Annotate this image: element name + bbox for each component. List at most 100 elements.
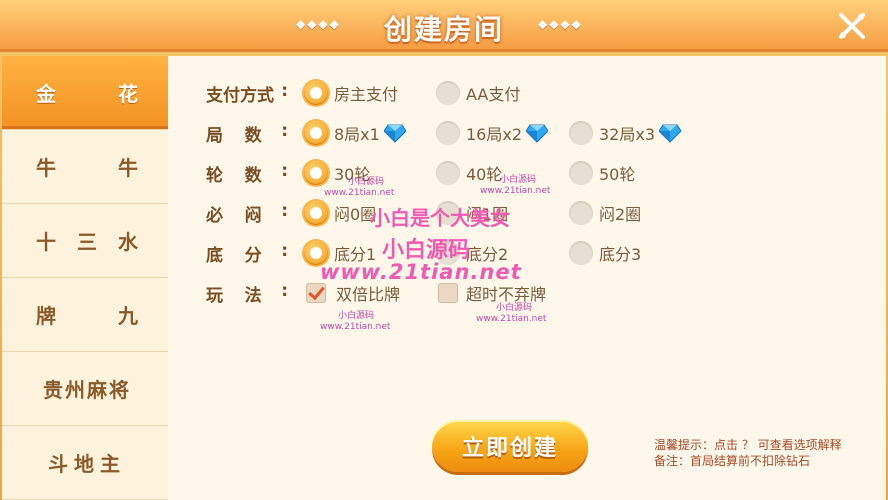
option-32-rounds[interactable]: 32局x3	[569, 118, 682, 148]
option-owner-pay[interactable]: 房主支付	[304, 78, 398, 108]
create-room-button[interactable]: 立即创建	[432, 420, 588, 472]
option-label: 超时不弃牌	[466, 285, 547, 304]
sidebar-item-paijiu[interactable]: 牌 九	[2, 278, 168, 352]
blind-row: 必 闷: 闷0圈 闷1圈 闷2圈	[168, 198, 886, 228]
watermark-small: www.21tian.net	[476, 314, 547, 324]
radio-unselected[interactable]	[436, 201, 460, 225]
row-label-text: 轮	[206, 166, 223, 186]
option-blind-1[interactable]: 闷1圈	[436, 198, 508, 228]
option-label: 32局x3	[599, 125, 656, 144]
option-label: 40轮	[466, 165, 503, 184]
option-16-rounds[interactable]: 16局x2	[436, 118, 549, 148]
option-label: 8局x1	[334, 125, 380, 144]
row-label: 玩 法:	[206, 281, 288, 306]
option-label: 闷2圈	[599, 205, 642, 224]
radio-unselected[interactable]	[569, 201, 593, 225]
option-label: 底分2	[466, 245, 509, 264]
row-label-text: 数	[244, 126, 262, 146]
option-label: 房主支付	[334, 85, 399, 104]
option-blind-2[interactable]: 闷2圈	[569, 198, 641, 228]
radio-unselected[interactable]	[569, 241, 593, 265]
radio-unselected[interactable]	[569, 121, 593, 145]
sidebar-item-label: 三	[77, 230, 97, 254]
row-label: 局 数:	[206, 121, 288, 146]
row-label-colon: :	[281, 121, 288, 141]
option-label: 闷0圈	[334, 205, 377, 224]
turns-row: 轮 数: 30轮 40轮 50轮	[168, 158, 886, 188]
option-label: 底分3	[599, 245, 642, 264]
watermark-small: 小白源码	[338, 311, 375, 321]
option-timeout-no-fold[interactable]: 超时不弃牌	[438, 278, 546, 308]
diamond-icon	[659, 124, 682, 143]
row-label-text: 数	[244, 166, 262, 186]
base-score-row: 底 分: 底分1 底分2 底分3	[168, 238, 886, 268]
sidebar-item-label: 斗地主	[48, 452, 126, 476]
radio-unselected[interactable]	[569, 161, 593, 185]
sidebar-item-label: 水	[118, 230, 138, 254]
radio-unselected[interactable]	[436, 81, 460, 105]
row-label: 底 分:	[206, 241, 288, 266]
options-panel: 支付方式: 房主支付 AA支付 局 数: 8局x1 16局x2 32局x3 轮 …	[168, 56, 886, 500]
radio-selected[interactable]	[304, 201, 328, 225]
option-label: 30轮	[334, 165, 371, 184]
diamond-icon	[526, 124, 549, 143]
option-base-1[interactable]: 底分1	[304, 238, 376, 268]
row-label: 必 闷:	[206, 201, 288, 226]
game-type-sidebar: 金 花 牛 牛 十 三 水 牌 九 贵州麻将 斗地主	[2, 56, 168, 500]
option-label: 50轮	[599, 165, 636, 184]
title-decoration-left: ◆◆◆◆	[296, 17, 341, 31]
option-base-3[interactable]: 底分3	[569, 238, 641, 268]
radio-unselected[interactable]	[436, 121, 460, 145]
sidebar-item-doudizhu[interactable]: 斗地主	[2, 426, 168, 500]
radio-selected[interactable]	[304, 241, 328, 265]
row-label-text: 底	[206, 246, 223, 266]
option-30-turns[interactable]: 30轮	[304, 158, 370, 188]
option-label: 闷1圈	[466, 205, 509, 224]
row-label-text: 必	[206, 206, 223, 226]
rules-row: 玩 法: 双倍比牌 超时不弃牌	[168, 278, 886, 308]
row-label-colon: :	[281, 281, 288, 301]
sidebar-item-label: 牌	[36, 304, 56, 328]
radio-unselected[interactable]	[436, 161, 460, 185]
radio-selected[interactable]	[304, 121, 328, 145]
row-label-colon: :	[281, 201, 288, 221]
dialog-title: 创建房间	[383, 13, 504, 46]
option-40-turns[interactable]: 40轮	[436, 158, 502, 188]
title-decoration-right: ◆◆◆◆	[538, 17, 583, 31]
sidebar-item-niuniu[interactable]: 牛 牛	[2, 130, 168, 204]
option-aa-pay[interactable]: AA支付	[436, 78, 520, 108]
option-double-compare[interactable]: 双倍比牌	[306, 278, 400, 308]
note-text: 备注：首局结算前不扣除钻石	[654, 454, 811, 468]
row-label-text: 法	[244, 286, 262, 306]
sidebar-item-shisanshui[interactable]: 十 三 水	[2, 204, 168, 278]
radio-unselected[interactable]	[436, 241, 460, 265]
row-label-colon: :	[281, 81, 288, 101]
diamond-icon	[383, 124, 406, 143]
radio-selected[interactable]	[304, 161, 328, 185]
watermark-small: www.21tian.net	[324, 188, 395, 198]
checkbox-unchecked[interactable]	[438, 283, 458, 303]
row-label-text: 玩	[206, 286, 223, 306]
option-blind-0[interactable]: 闷0圈	[304, 198, 376, 228]
row-label-colon: :	[281, 161, 288, 181]
option-8-rounds[interactable]: 8局x1	[304, 118, 406, 148]
checkbox-checked[interactable]	[306, 283, 326, 303]
tip-text: 温馨提示：点击 ？ 可查看选项解释	[654, 438, 842, 452]
radio-selected[interactable]	[304, 81, 328, 105]
close-icon	[839, 13, 865, 39]
sidebar-item-guizhou-mahjong[interactable]: 贵州麻将	[2, 352, 168, 426]
option-label: 双倍比牌	[336, 285, 401, 304]
option-base-2[interactable]: 底分2	[436, 238, 508, 268]
sidebar-item-label: 牛	[118, 156, 138, 180]
option-label: 16局x2	[466, 125, 523, 144]
sidebar-item-jinhua[interactable]: 金 花	[2, 56, 168, 130]
pay-method-row: 支付方式: 房主支付 AA支付	[168, 78, 886, 108]
sidebar-item-label: 金	[36, 82, 56, 106]
watermark-small: www.21tian.net	[320, 322, 391, 332]
row-label-text: 支付方式	[206, 86, 274, 106]
close-button[interactable]	[826, 4, 878, 48]
row-label: 轮 数:	[206, 161, 288, 186]
sidebar-item-label: 牛	[36, 156, 56, 180]
option-50-turns[interactable]: 50轮	[569, 158, 635, 188]
sidebar-item-label: 九	[118, 304, 138, 328]
